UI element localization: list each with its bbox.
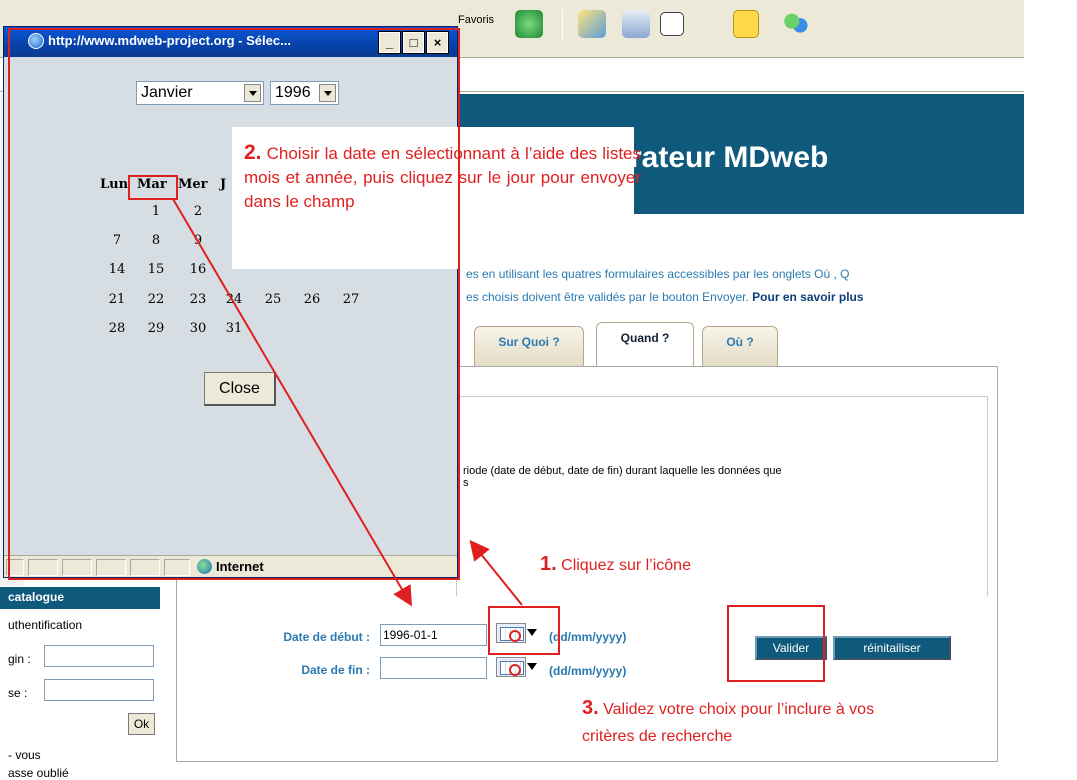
- end-date-format: (dd/mm/yyyy): [549, 664, 627, 678]
- step-1-text: Cliquez sur l’icône: [556, 557, 691, 574]
- favorites-label[interactable]: Favoris: [458, 14, 494, 26]
- intro-text-part: es choisis doivent être validés par le b…: [466, 290, 749, 304]
- catalogue-header: catalogue: [0, 587, 160, 609]
- site-title: rateur MDweb: [630, 141, 829, 174]
- validate-highlight-box: [727, 605, 825, 682]
- password-input[interactable]: [44, 679, 154, 701]
- note-icon[interactable]: [733, 10, 759, 38]
- period-description-text2: s: [463, 477, 469, 489]
- period-description-text: riode (date de début, date de fin) duran…: [463, 465, 782, 477]
- register-link[interactable]: - vous: [8, 748, 41, 762]
- step-3-number: 3.: [582, 697, 599, 719]
- print-icon[interactable]: [622, 10, 650, 38]
- intro-text-line2: es choisis doivent être validés par le b…: [466, 290, 864, 304]
- toolbar-separator: [562, 10, 563, 42]
- learn-more-link[interactable]: Pour en savoir plus: [749, 290, 863, 304]
- end-date-input[interactable]: [380, 657, 487, 679]
- tab-quand[interactable]: Quand ?: [596, 322, 694, 366]
- popup-highlight-box: [8, 28, 460, 580]
- edit-word-icon[interactable]: [660, 12, 684, 36]
- step-3-instruction-line2: critères de recherche: [582, 728, 733, 745]
- end-date-label: Date de fin :: [301, 663, 370, 677]
- start-date-label: Date de début :: [283, 630, 370, 644]
- icon-highlight-box: [488, 606, 560, 655]
- day-highlight-box: [128, 175, 178, 200]
- date-panel: [456, 396, 988, 596]
- intro-text-line1: es en utilisant les quatres formulaires …: [466, 267, 850, 281]
- login-input[interactable]: [44, 645, 154, 667]
- auth-label: uthentification: [8, 618, 83, 632]
- end-calendar-button[interactable]: [496, 657, 540, 677]
- calendar-icon: [496, 657, 526, 677]
- step-3-text: Validez votre choix pour l’inclure à vos: [598, 701, 875, 718]
- mail-icon[interactable]: [578, 10, 606, 38]
- history-icon[interactable]: [515, 10, 543, 38]
- reset-button[interactable]: réinitailiser: [833, 636, 951, 660]
- period-description: riode (date de début, date de fin) duran…: [463, 465, 923, 489]
- start-date-format: (dd/mm/yyyy): [549, 630, 627, 644]
- tab-sur-quoi[interactable]: Sur Quoi ?: [474, 326, 584, 366]
- password-label: se :: [8, 686, 28, 700]
- step-1-instruction: 1. Cliquez sur l’icône: [540, 553, 691, 576]
- tab-ou[interactable]: Où ?: [702, 326, 778, 366]
- login-label: gin :: [8, 652, 31, 666]
- step-1-number: 1.: [540, 553, 557, 575]
- login-ok-button[interactable]: Ok: [128, 713, 155, 735]
- step-3-instruction: 3. Validez votre choix pour l’inclure à …: [582, 697, 874, 720]
- start-date-input[interactable]: [380, 624, 487, 646]
- dropdown-arrow-icon: [527, 663, 537, 670]
- messenger-icon[interactable]: [782, 10, 810, 38]
